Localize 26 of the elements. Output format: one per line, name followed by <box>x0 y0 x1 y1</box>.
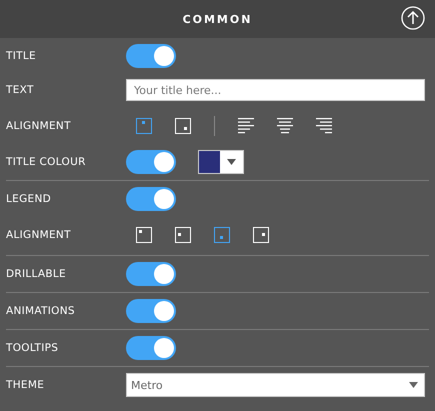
toggle-switch[interactable] <box>126 150 176 174</box>
color-picker[interactable] <box>198 150 244 174</box>
text-align-icon[interactable] <box>277 118 293 134</box>
setting-label: ALIGNMENT <box>6 229 72 241</box>
setting-label: ALIGNMENT <box>6 120 72 132</box>
dropdown-caret-icon <box>409 382 418 388</box>
setting-label: ANIMATIONS <box>6 305 76 317</box>
toggle-switch[interactable] <box>126 299 176 323</box>
setting-label: DRILLABLE <box>6 268 67 280</box>
setting-label: TITLE <box>6 50 37 62</box>
toggle-switch[interactable] <box>126 262 176 286</box>
text-align-icon[interactable] <box>316 118 332 134</box>
panel-title: COMMON <box>182 12 252 26</box>
setting-label: TOOLTIPS <box>6 342 60 354</box>
setting-label: LEGEND <box>6 193 52 205</box>
setting-label: TEXT <box>6 84 35 96</box>
toggle-switch[interactable] <box>126 44 176 68</box>
title-input[interactable]: Your title here... <box>126 79 425 101</box>
setting-label: TITLE COLOUR <box>6 156 87 168</box>
theme-dropdown[interactable]: Metro <box>126 373 425 397</box>
arrow-up-icon[interactable] <box>401 6 425 30</box>
setting-label: THEME <box>6 379 46 391</box>
text-align-icon[interactable] <box>238 118 254 134</box>
dropdown-caret-icon <box>227 159 236 165</box>
toggle-switch[interactable] <box>126 187 176 211</box>
toggle-switch[interactable] <box>126 336 176 360</box>
